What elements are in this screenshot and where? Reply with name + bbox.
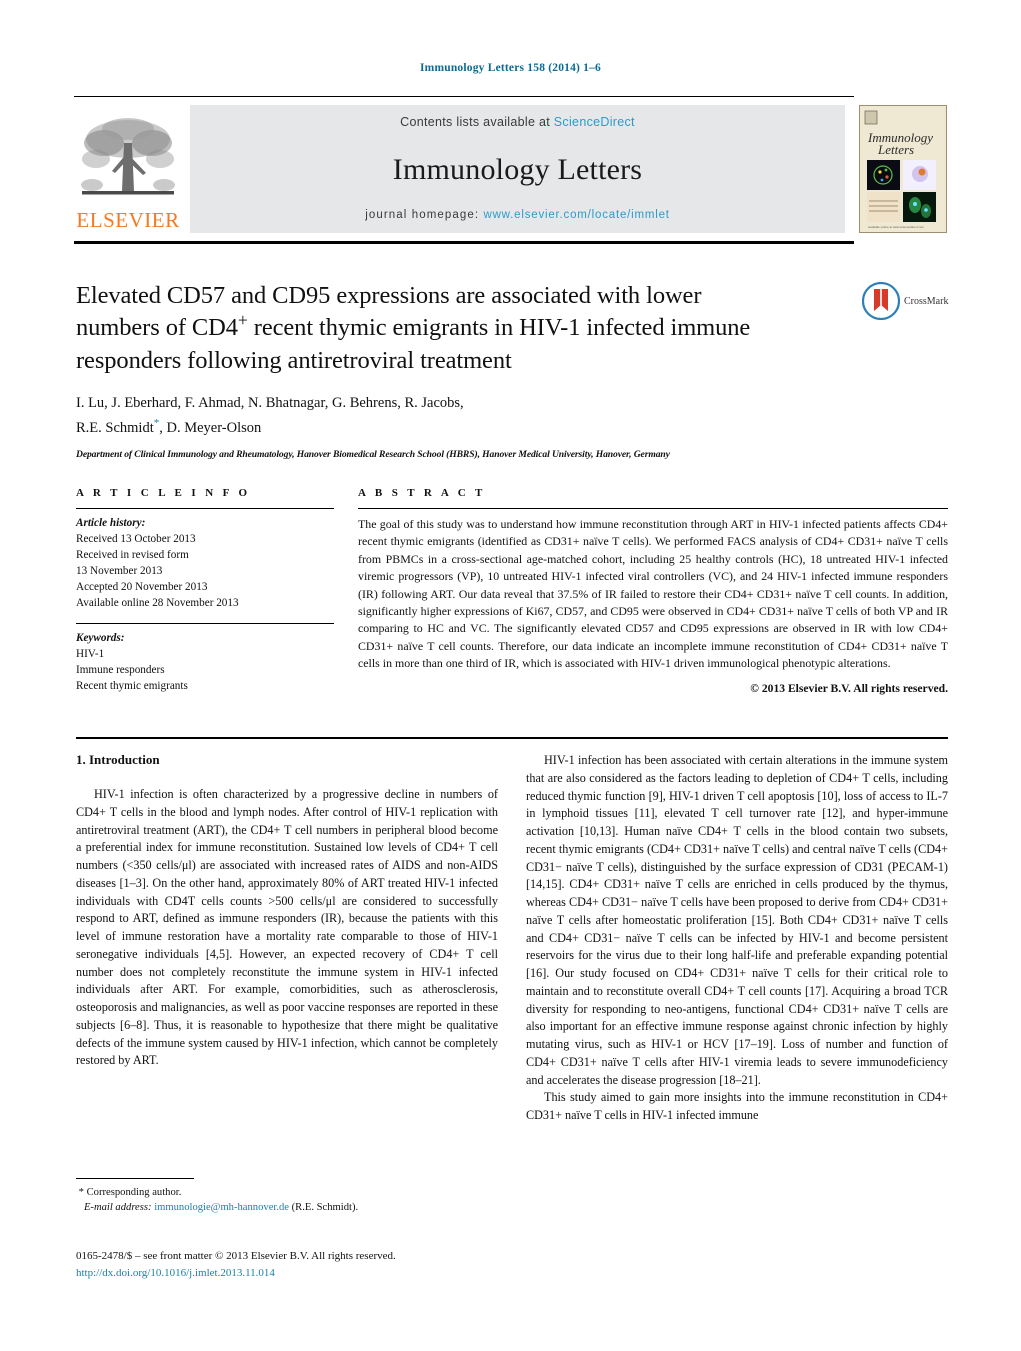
title-line-2a: numbers of CD4 — [76, 314, 238, 342]
keyword-item: Recent thymic emigrants — [76, 680, 188, 693]
footnote-line-2: E-mail address: immunologie@mh-hannover.… — [76, 1200, 498, 1215]
authors-line-1: I. Lu, J. Eberhard, F. Ahmad, N. Bhatnag… — [76, 394, 464, 411]
crossmark-icon[interactable] — [862, 282, 900, 320]
keywords-group: Keywords: HIV-1 Immune responders Recent… — [76, 631, 334, 695]
email-owner: (R.E. Schmidt). — [291, 1202, 359, 1214]
title-line-2b: recent thymic emigrants in HIV-1 infecte… — [247, 314, 751, 342]
history-item: Available online 28 November 2013 — [76, 596, 239, 609]
running-head: Immunology Letters 158 (2014) 1–6 — [420, 62, 601, 74]
history-item: 13 November 2013 — [76, 564, 163, 577]
authors-line-2b: , D. Meyer-Olson — [159, 419, 262, 436]
sciencedirect-link[interactable]: ScienceDirect — [554, 115, 635, 129]
elsevier-logo: ELSEVIER — [74, 105, 182, 233]
section-heading-introduction: 1. Introduction — [76, 752, 160, 767]
corresponding-author-footnote: * Corresponding author. E-mail address: … — [76, 1178, 498, 1216]
history-item: Accepted 20 November 2013 — [76, 580, 208, 593]
history-item: Received in revised form — [76, 548, 189, 561]
journal-article-page: Immunology Letters 158 (2014) 1–6 ELSEVI… — [0, 0, 1021, 1351]
footnote-rule — [76, 1178, 194, 1179]
crossmark-label: CrossMark — [904, 295, 949, 307]
authors-line-2a: R.E. Schmidt — [76, 419, 154, 436]
doi-link[interactable]: http://dx.doi.org/10.1016/j.imlet.2013.1… — [76, 1265, 536, 1282]
email-label: E-mail address: — [83, 1202, 152, 1214]
journal-band: Contents lists available at ScienceDirec… — [190, 105, 845, 233]
page-title: Elevated CD57 and CD95 expressions are a… — [76, 280, 846, 377]
footnote-star: * — [78, 1187, 84, 1198]
elsevier-wordmark: ELSEVIER — [76, 208, 180, 232]
masthead-bottom-rule — [74, 241, 854, 244]
keyword-item: Immune responders — [76, 664, 165, 677]
title-line-1: Elevated CD57 and CD95 expressions are a… — [76, 282, 702, 309]
paragraph: HIV-1 infection has been associated with… — [526, 753, 948, 1087]
journal-cover-thumbnail: Immunology Letters available online at w… — [859, 105, 947, 233]
journal-masthead: ELSEVIER Contents lists available at Sci… — [74, 96, 947, 244]
homepage-label: journal homepage: — [365, 209, 480, 221]
affiliation: Department of Clinical Immunology and Rh… — [76, 449, 670, 461]
footnote-line-1: * Corresponding author. — [76, 1185, 498, 1200]
keywords-label: Keywords: — [76, 632, 125, 645]
article-info-rule — [76, 508, 334, 509]
abstract-copyright: © 2013 Elsevier B.V. All rights reserved… — [750, 682, 948, 696]
body-column-right: HIV-1 infection has been associated with… — [526, 752, 948, 1125]
contents-available-line: Contents lists available at ScienceDirec… — [190, 115, 845, 129]
body-column-left: 1. Introduction HIV-1 infection is often… — [76, 752, 498, 1125]
footnote-corresponding-text: Corresponding author. — [86, 1187, 182, 1198]
article-info-column: A R T I C L E I N F O Article history: R… — [76, 487, 334, 695]
body-columns: 1. Introduction HIV-1 infection is often… — [76, 752, 948, 1125]
author-list: I. Lu, J. Eberhard, F. Ahmad, N. Bhatnag… — [76, 393, 846, 439]
article-history-label: Article history: — [76, 517, 146, 529]
email-link[interactable]: immunologie@mh-hannover.de — [154, 1202, 289, 1213]
title-block: Elevated CD57 and CD95 expressions are a… — [76, 280, 846, 460]
journal-cover-art: Immunology Letters available online at w… — [860, 106, 944, 232]
abstract-rule — [358, 508, 948, 509]
history-item: Received 13 October 2013 — [76, 532, 196, 545]
svg-text:available online at www.scienc: available online at www.sciencedirect.co… — [868, 225, 925, 229]
svg-text:Letters: Letters — [877, 142, 914, 157]
crossmark-badge[interactable]: CrossMark — [862, 282, 962, 320]
paragraph: HIV-1 infection is often characterized b… — [76, 787, 498, 1068]
article-info-heading: A R T I C L E I N F O — [76, 487, 251, 499]
article-history-group: Article history: Received 13 October 201… — [76, 516, 334, 611]
masthead-top-rule — [74, 96, 854, 97]
abstract-heading: A B S T R A C T — [358, 487, 486, 499]
journal-homepage-line: journal homepage: www.elsevier.com/locat… — [190, 209, 845, 221]
title-line-3: responders following antiretroviral trea… — [76, 346, 512, 374]
abstract-bottom-rule — [76, 737, 948, 739]
issn-line: 0165-2478/$ – see front matter © 2013 El… — [76, 1250, 396, 1262]
info-abstract-region: A R T I C L E I N F O Article history: R… — [76, 487, 948, 695]
contents-prefix: Contents lists available at — [400, 115, 554, 129]
issn-copyright-block: 0165-2478/$ – see front matter © 2013 El… — [76, 1248, 536, 1281]
keyword-item: HIV-1 — [76, 648, 105, 661]
journal-title: Immunology Letters — [392, 152, 643, 186]
abstract-text: The goal of this study was to understand… — [358, 517, 948, 670]
abstract-column: A B S T R A C T The goal of this study w… — [358, 487, 948, 695]
article-info-separator — [76, 623, 334, 625]
paragraph: This study aimed to gain more insights i… — [526, 1090, 948, 1122]
title-superscript-plus: + — [237, 310, 248, 331]
elsevier-tree-icon — [81, 118, 175, 195]
homepage-url-link[interactable]: www.elsevier.com/locate/immlet — [483, 209, 669, 221]
